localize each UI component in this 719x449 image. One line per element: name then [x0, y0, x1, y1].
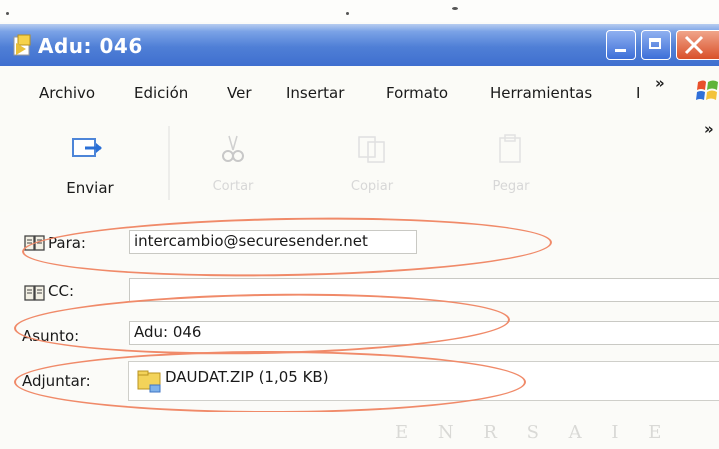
paste-button[interactable]: Pegar	[456, 116, 566, 206]
copy-icon	[358, 136, 385, 163]
zip-folder-icon	[137, 370, 161, 393]
to-label: Para:	[48, 234, 86, 252]
menu-truncated-item[interactable]: I	[636, 84, 640, 102]
menu-overflow-chevron[interactable]: »	[655, 74, 665, 92]
copy-button[interactable]: Copiar	[317, 116, 427, 206]
cut-button[interactable]: Cortar	[178, 116, 288, 206]
address-book-icon[interactable]	[24, 234, 46, 252]
windows-logo-icon	[696, 80, 718, 100]
paste-label: Pegar	[492, 179, 530, 194]
toolbar-separator	[168, 126, 170, 200]
send-button[interactable]: Enviar	[35, 116, 145, 206]
message-header-form: Para: intercambio@securesender.net CC: A…	[0, 213, 719, 413]
cut-icon	[222, 135, 244, 162]
window-title: Adu: 046	[38, 34, 143, 58]
scan-top-margin	[0, 0, 719, 22]
close-icon	[684, 35, 704, 55]
compose-message-icon	[13, 34, 31, 56]
attachment-file[interactable]: DAUDAT.ZIP (1,05 KB)	[165, 368, 329, 386]
title-bar[interactable]: Adu: 046	[0, 24, 719, 66]
scan-bottom-edge: E N R S A I E	[0, 412, 719, 449]
to-field[interactable]: intercambio@securesender.net	[129, 230, 417, 254]
subject-field[interactable]: Adu: 046	[129, 321, 719, 345]
scan-speck	[452, 7, 458, 10]
menu-herramientas[interactable]: Herramientas	[490, 84, 592, 102]
faded-footer-text: E N R S A I E	[395, 422, 674, 443]
copy-label: Copiar	[350, 179, 394, 194]
subject-label: Asunto:	[22, 327, 80, 345]
toolbar: » Enviar Cortar Copiar Pegar	[0, 116, 719, 212]
attachment-box[interactable]: DAUDAT.ZIP (1,05 KB)	[128, 361, 719, 401]
menu-archivo[interactable]: Archivo	[39, 84, 95, 102]
send-icon	[72, 138, 102, 157]
menu-formato[interactable]: Formato	[386, 84, 448, 102]
cc-label: CC:	[48, 282, 75, 300]
scan-speck	[6, 12, 9, 15]
paste-icon	[499, 134, 521, 163]
menu-insertar[interactable]: Insertar	[286, 84, 344, 102]
menu-ver[interactable]: Ver	[227, 84, 252, 102]
attach-label: Adjuntar:	[22, 372, 91, 390]
close-button[interactable]	[676, 30, 719, 60]
cut-label: Cortar	[212, 179, 254, 194]
minimize-button[interactable]	[606, 30, 636, 60]
menu-edicion[interactable]: Edición	[134, 84, 188, 102]
scan-speck	[346, 12, 349, 15]
toolbar-overflow-chevron[interactable]: »	[704, 120, 714, 138]
maximize-button[interactable]	[641, 30, 671, 60]
menu-bar: Archivo Edición Ver Insertar Formato Her…	[0, 66, 719, 116]
cc-field[interactable]	[129, 278, 719, 302]
send-label: Enviar	[66, 179, 114, 197]
address-book-icon[interactable]	[24, 284, 46, 302]
